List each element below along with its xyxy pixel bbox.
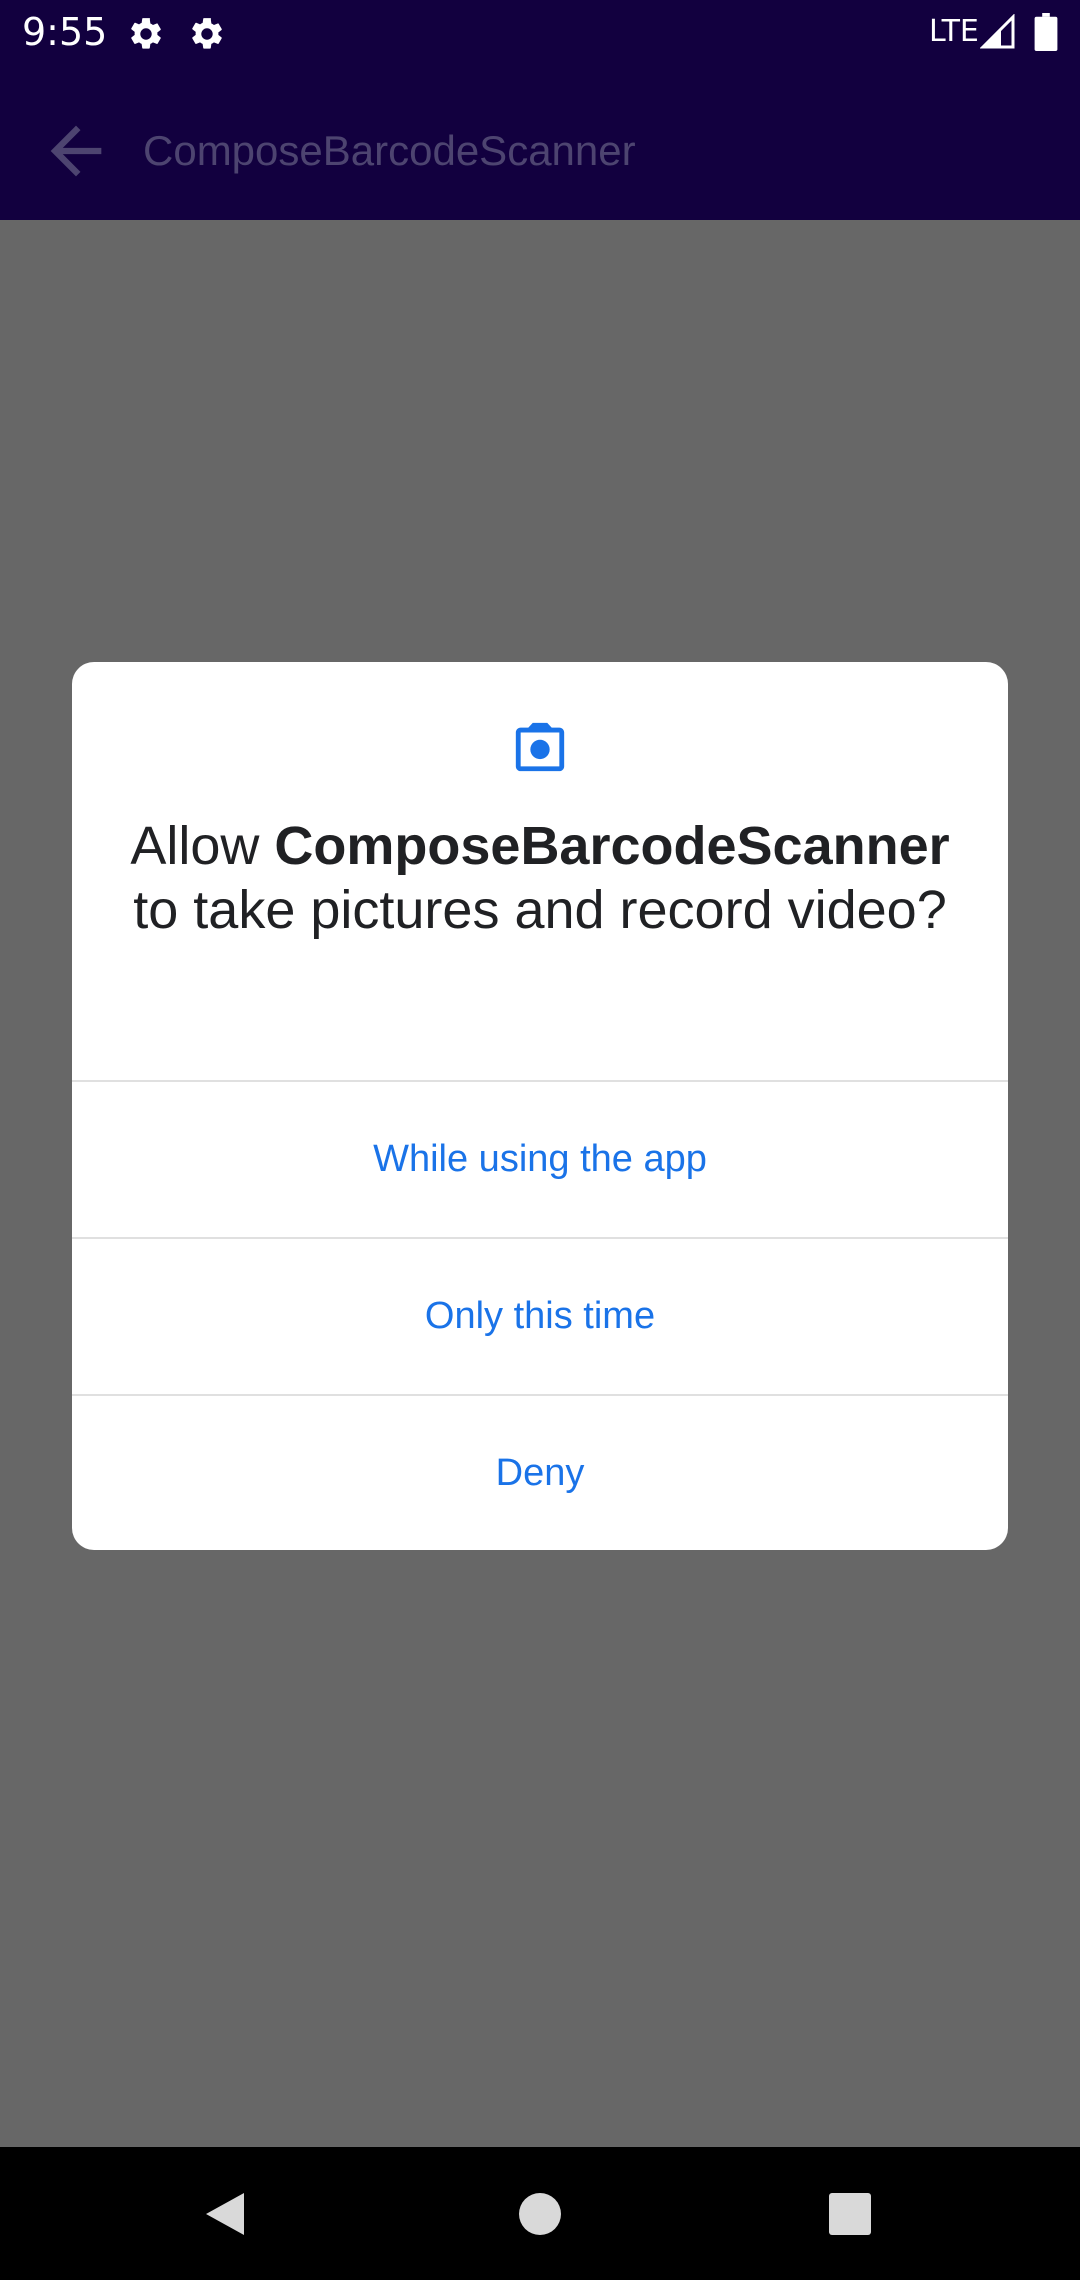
app-title: ComposeBarcodeScanner	[143, 127, 636, 174]
dialog-message: Allow ComposeBarcodeScanner to take pict…	[112, 814, 968, 942]
only-this-time-button[interactable]: Only this time	[72, 1239, 1008, 1394]
gear-icon	[192, 18, 222, 49]
status-time: 9:55	[22, 10, 108, 54]
deny-button[interactable]: Deny	[72, 1396, 1008, 1550]
status-bar: 9:55 LTE	[0, 0, 1080, 63]
recents-square-icon[interactable]	[825, 2189, 875, 2239]
permission-dialog: Allow ComposeBarcodeScanner to take pict…	[72, 662, 1008, 1550]
battery-icon	[1034, 13, 1058, 51]
dialog-header: Allow ComposeBarcodeScanner to take pict…	[72, 662, 1008, 1080]
message-app-name: ComposeBarcodeScanner	[274, 816, 950, 876]
app-bar: ComposeBarcodeScanner	[0, 63, 1080, 220]
signal-icon	[980, 14, 1015, 49]
while-using-app-button[interactable]: While using the app	[72, 1082, 1008, 1237]
message-prefix: Allow	[130, 816, 275, 876]
navigation-bar	[0, 2147, 1080, 2280]
screen: 9:55 LTE ComposeBarcodeScanner Allow Com…	[0, 0, 1080, 2280]
gear-icon	[131, 18, 161, 49]
network-type: LTE	[929, 14, 979, 49]
message-suffix: to take pictures and record video?	[133, 880, 947, 940]
home-circle-icon[interactable]	[515, 2189, 565, 2239]
arrow-back-icon[interactable]	[38, 113, 114, 189]
camera-icon	[515, 722, 565, 772]
back-triangle-icon[interactable]	[200, 2189, 250, 2239]
